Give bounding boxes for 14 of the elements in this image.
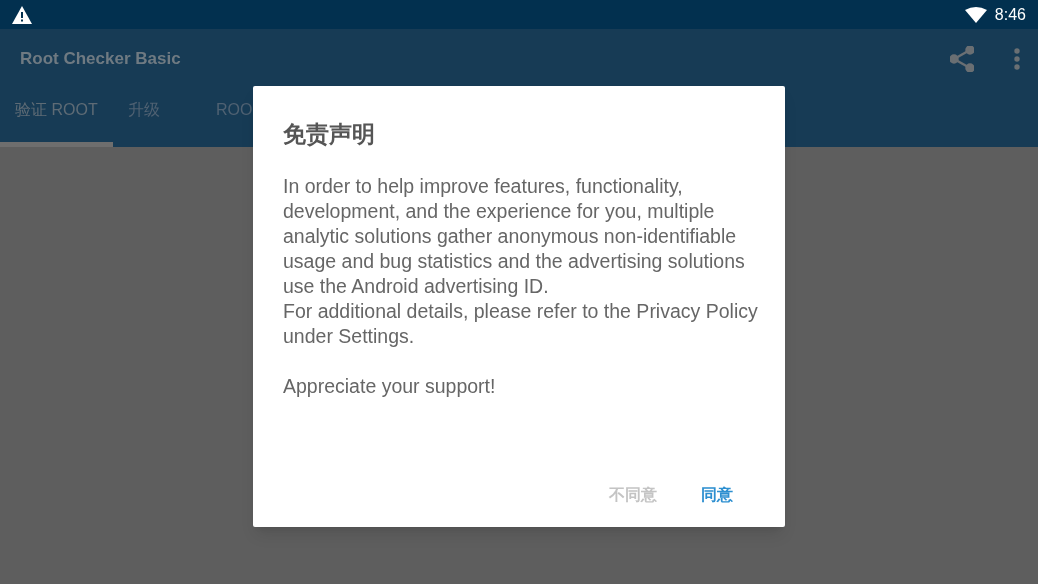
warning-icon xyxy=(12,5,32,24)
clock-time: 8:46 xyxy=(994,4,1026,25)
share-icon[interactable] xyxy=(950,46,974,72)
dialog-title: 免责声明 xyxy=(283,120,376,149)
agree-button[interactable]: 同意 xyxy=(695,477,739,513)
tab[interactable]: 验证 ROOT xyxy=(15,98,98,122)
dialog-message: Appreciate your support! xyxy=(283,374,497,399)
app-title: Root Checker Basic xyxy=(20,48,181,71)
dialog-message: For additional details, please refer to the Privacy Policy under Settings. xyxy=(283,299,759,349)
dialog-message: In order to help improve features, functionality, development, and the experience for you, multiple analytic solutions gather anonymous non-identifiable usage and bug statistics and the advertising solutions use the Android advertising ID. xyxy=(283,174,746,299)
tab[interactable]: 升级 xyxy=(128,98,160,122)
wifi-icon xyxy=(964,6,987,23)
more-options-icon[interactable] xyxy=(1014,48,1020,70)
tab[interactable]: ROO xyxy=(216,98,253,122)
